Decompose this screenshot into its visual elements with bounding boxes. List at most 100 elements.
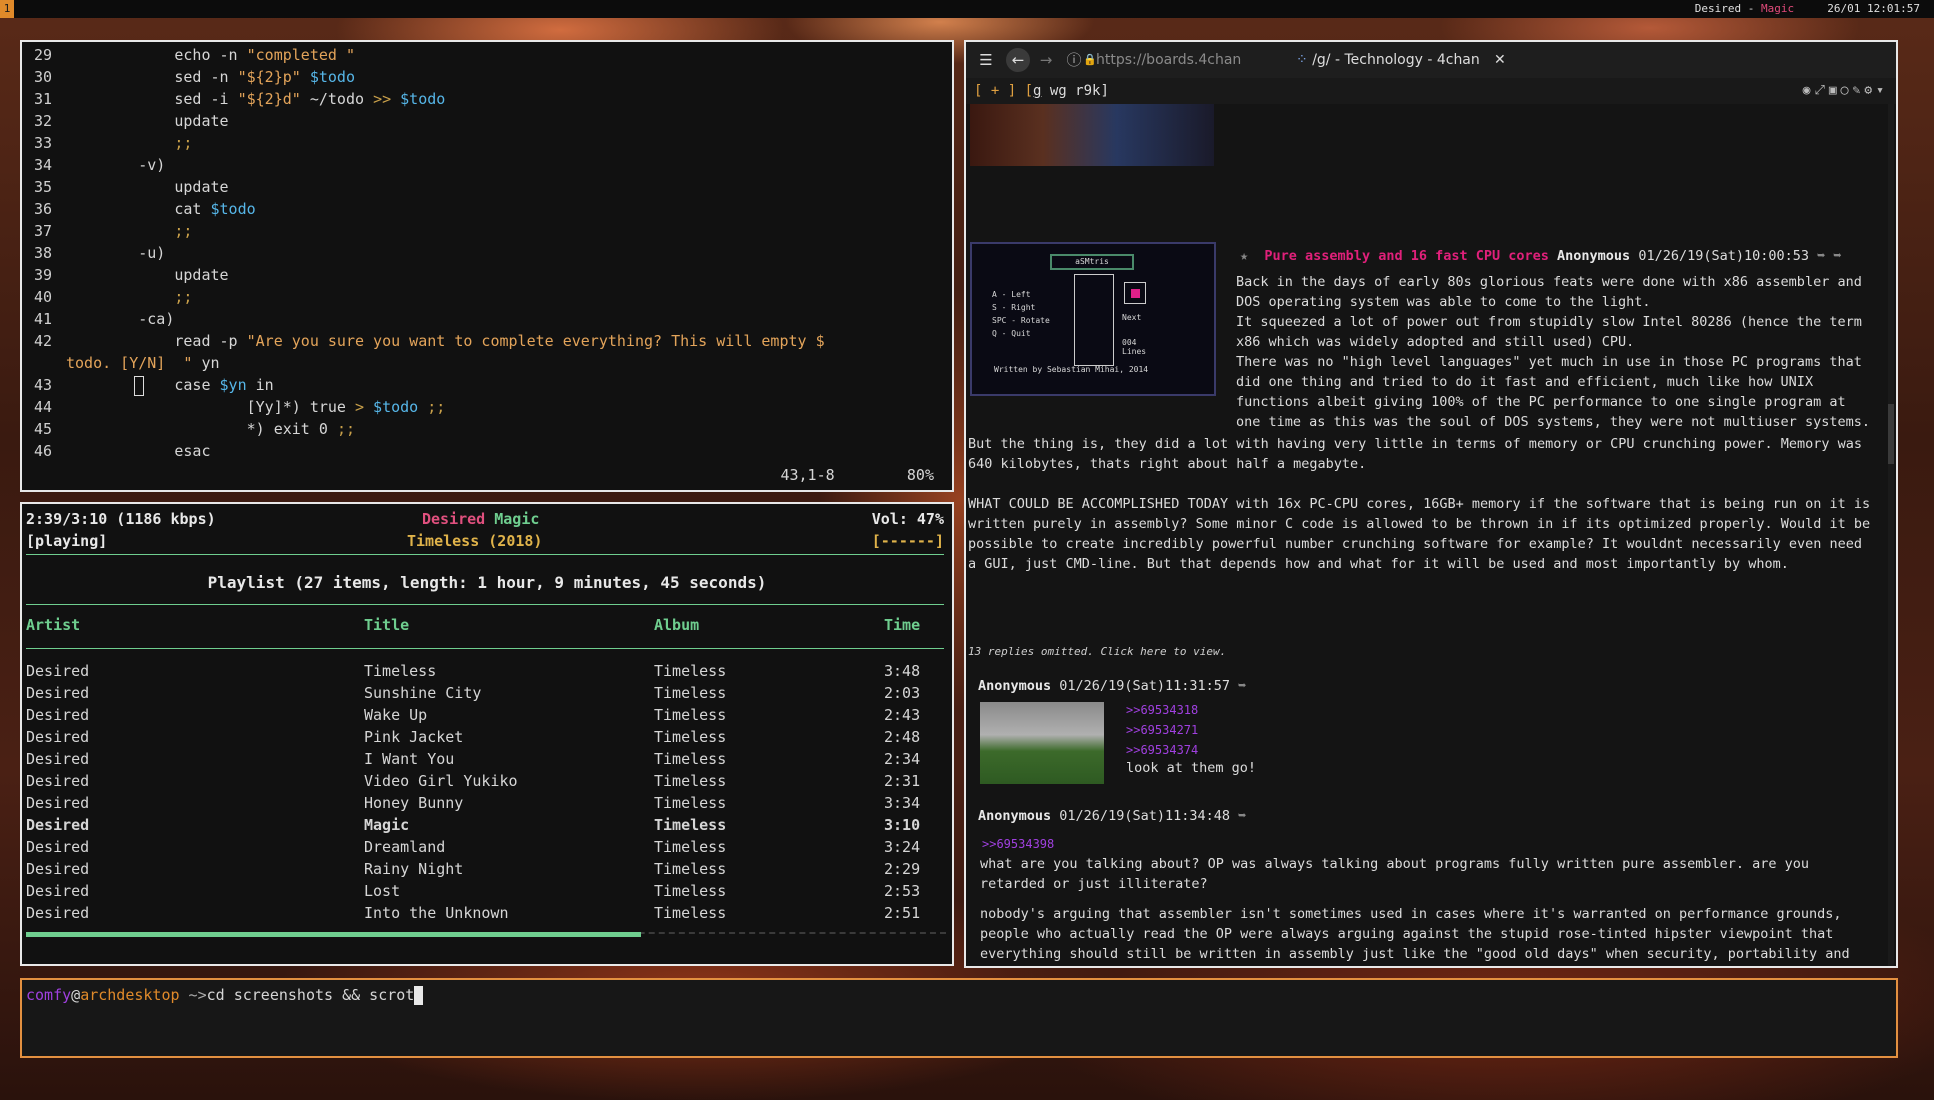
code-text: sed -n "${2}p" $todo (66, 66, 355, 88)
track-time[interactable]: 3:10 (884, 814, 920, 836)
track-artist[interactable]: Desired (26, 880, 89, 902)
workspace-indicator[interactable]: 1 (0, 0, 14, 18)
track-title[interactable]: Honey Bunny (364, 792, 463, 814)
terminal-window[interactable]: comfy@archdesktop ~>cd screenshots && sc… (20, 978, 1898, 1058)
thread-view[interactable]: aSMtris A - Left S - Right SPC - Rotate … (966, 104, 1884, 966)
track-album[interactable]: Timeless (654, 682, 726, 704)
music-player-window[interactable]: 2:39/3:10 (1186 kbps) [playing] Desired … (20, 502, 954, 966)
track-album[interactable]: Timeless (654, 770, 726, 792)
track-album[interactable]: Timeless (654, 748, 726, 770)
seek-bar[interactable] (26, 932, 946, 937)
toolbar-icons[interactable]: ◉⤢▣◯✎⚙▾ (1803, 78, 1888, 104)
track-artist[interactable]: Desired (26, 858, 89, 880)
back-icon[interactable]: ← (1006, 48, 1030, 72)
track-album[interactable]: Timeless (654, 902, 726, 924)
elapsed-time: 2:39/3:10 (1186 kbps) (26, 510, 216, 528)
track-album[interactable]: Timeless (654, 880, 726, 902)
code-text: -ca) (66, 308, 174, 330)
track-album[interactable]: Timeless (654, 660, 726, 682)
vim-cursor (134, 376, 144, 396)
track-artist[interactable]: Desired (26, 660, 89, 682)
track-album[interactable]: Timeless (654, 836, 726, 858)
code-token: $yn (219, 376, 247, 394)
track-time[interactable]: 2:48 (884, 726, 920, 748)
track-time[interactable]: 2:34 (884, 748, 920, 770)
track-artist[interactable]: Desired (26, 704, 89, 726)
reply-image[interactable] (980, 702, 1104, 784)
track-artist[interactable]: Desired (26, 748, 89, 770)
track-time[interactable]: 2:43 (884, 704, 920, 726)
track-title[interactable]: Pink Jacket (364, 726, 463, 748)
star-icon[interactable]: ★ (1240, 248, 1248, 264)
track-time[interactable]: 3:48 (884, 660, 920, 682)
track-time[interactable]: 3:34 (884, 792, 920, 814)
browser-toolbar: ☰ ← → ⓘ 🔒 https://boards.4chan ⁘ /g/ - T… (966, 42, 1896, 78)
track-artist[interactable]: Desired (26, 770, 89, 792)
tab-technology[interactable]: ⁘ /g/ - Technology - 4chan (1296, 42, 1516, 78)
omitted-replies-link[interactable]: 13 replies omitted. Click here to view. (968, 642, 1226, 662)
reply-arrow-icon[interactable]: ➥ (1238, 808, 1246, 824)
quote-link[interactable]: >>69534271 (1126, 720, 1326, 740)
player-state: [playing] (26, 532, 108, 550)
column-artist[interactable]: Artist (26, 614, 80, 636)
quote-link[interactable]: >>69534374 (1126, 740, 1326, 760)
now-playing: Desired Magic (422, 508, 539, 530)
code-token: "${2}d" (237, 90, 301, 108)
vim-editor-window[interactable]: 29 echo -n "completed " 30 sed -n "${2}p"… (20, 40, 954, 492)
track-album[interactable]: Timeless (654, 726, 726, 748)
op-image[interactable]: aSMtris A - Left S - Right SPC - Rotate … (970, 242, 1216, 396)
track-title[interactable]: Rainy Night (364, 858, 463, 880)
track-artist[interactable]: Desired (26, 682, 89, 704)
track-album[interactable]: Timeless (654, 858, 726, 880)
track-title[interactable]: Sunshine City (364, 682, 481, 704)
column-title[interactable]: Title (364, 614, 409, 636)
track-title[interactable]: Magic (364, 814, 409, 836)
track-album[interactable]: Timeless (654, 814, 726, 836)
browser-window[interactable]: ☰ ← → ⓘ 🔒 https://boards.4chan ⁘ /g/ - T… (964, 40, 1898, 968)
scrollbar[interactable] (1888, 104, 1894, 966)
scrollbar-thumb[interactable] (1888, 404, 1894, 464)
track-album[interactable]: Timeless (654, 792, 726, 814)
url-bar[interactable]: https://boards.4chan (1096, 52, 1241, 68)
track-artist[interactable]: Desired (26, 902, 89, 924)
track-artist[interactable]: Desired (26, 836, 89, 858)
track-album[interactable]: Timeless (654, 704, 726, 726)
track-title[interactable]: Lost (364, 880, 400, 902)
reply-arrow-icon[interactable]: ➥ (1238, 678, 1246, 694)
code-text: esac (66, 440, 210, 462)
volume-bar[interactable]: [------] (872, 530, 944, 552)
track-title[interactable]: Into the Unknown (364, 902, 509, 924)
command-input[interactable]: cd screenshots && scrot (207, 986, 415, 1004)
quote-link[interactable]: >>69534398 (982, 834, 1182, 854)
column-time[interactable]: Time (884, 614, 920, 636)
track-time[interactable]: 2:51 (884, 902, 920, 924)
column-album[interactable]: Album (654, 614, 699, 636)
track-time[interactable]: 2:29 (884, 858, 920, 880)
track-time[interactable]: 2:53 (884, 880, 920, 902)
track-time[interactable]: 3:24 (884, 836, 920, 858)
track-title[interactable]: Dreamland (364, 836, 445, 858)
reply-arrows-icon[interactable]: ➥ ➥ (1817, 248, 1841, 264)
prompt-line[interactable]: comfy@archdesktop ~>cd screenshots && sc… (26, 986, 424, 1005)
menu-icon[interactable]: ☰ (974, 48, 998, 72)
status-bar: 1 Desired - Magic 26/01 12:01:57 (0, 0, 1934, 18)
track-artist[interactable]: Desired (26, 726, 89, 748)
track-artist[interactable]: Desired (26, 792, 89, 814)
track-title[interactable]: I Want You (364, 748, 454, 770)
bar-title: Magic (1761, 2, 1795, 15)
board-list-open[interactable]: [ + ] [ (974, 83, 1033, 99)
track-title[interactable]: Timeless (364, 660, 436, 682)
code-token: ;; (66, 134, 193, 152)
previous-post-image[interactable] (970, 104, 1214, 166)
track-title[interactable]: Video Girl Yukiko (364, 770, 518, 792)
track-title[interactable]: Wake Up (364, 704, 427, 726)
track-artist[interactable]: Desired (26, 814, 89, 836)
track-time[interactable]: 2:03 (884, 682, 920, 704)
quote-link[interactable]: >>69534318 (1126, 700, 1326, 720)
close-icon[interactable]: ✕ (1494, 42, 1506, 78)
forward-icon[interactable]: → (1034, 48, 1058, 72)
code-token: todo. [Y/N] " (66, 354, 193, 372)
track-time[interactable]: 2:31 (884, 770, 920, 792)
board-links[interactable]: wg r9k] (1041, 83, 1109, 99)
